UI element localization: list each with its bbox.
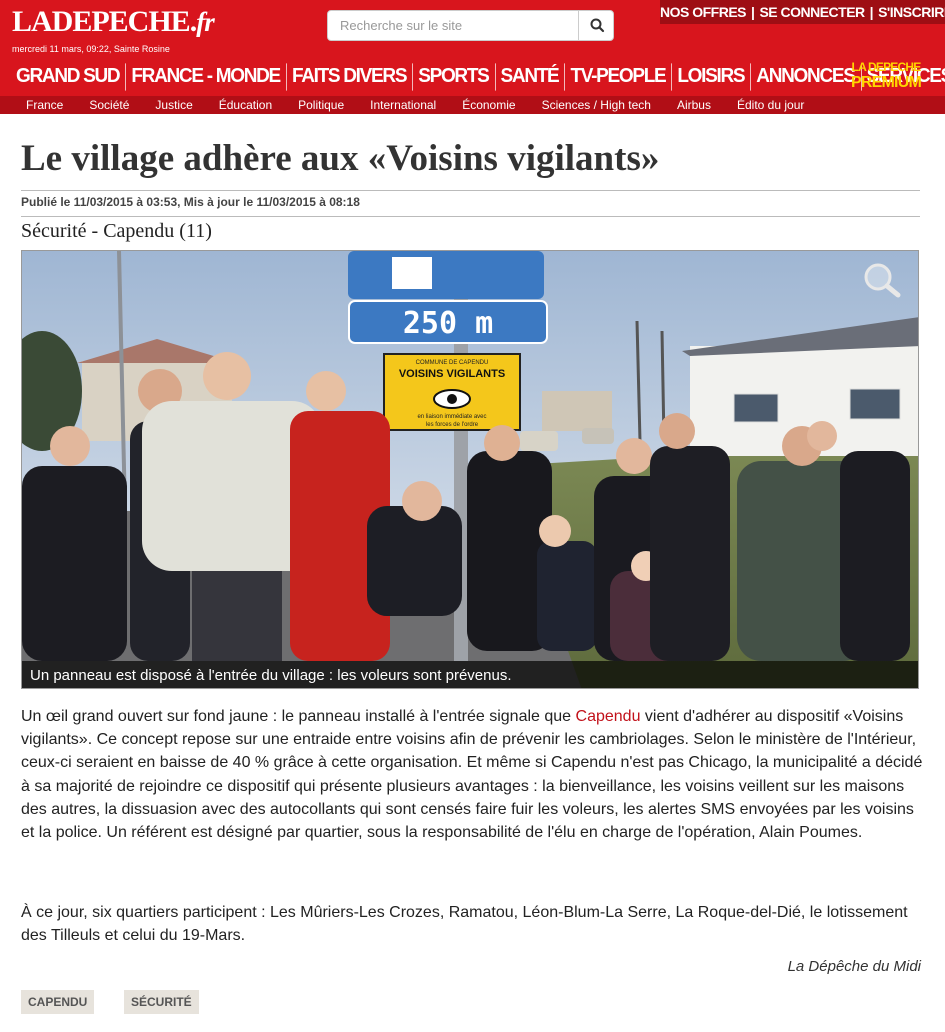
photo-illustration: 250 m COMMUNE DE CAPENDU VOISINS VIGILAN… <box>22 251 918 688</box>
nav-loisirs[interactable]: LOISIRS <box>677 63 752 91</box>
sign-sub1: en liaison immédiate avec <box>417 414 486 420</box>
search-button[interactable] <box>578 11 614 40</box>
account-separator: | <box>869 4 874 20</box>
dateline: mercredi 11 mars, 09:22, Sainte Rosine <box>12 44 170 54</box>
publish-meta: Publié le 11/03/2015 à 03:53, Mis à jour… <box>21 195 360 209</box>
photo-caption: Un panneau est disposé à l'entrée du vil… <box>22 661 918 688</box>
logo-main: LADEPECHE <box>12 5 191 38</box>
login-link[interactable]: SE CONNECTER <box>759 4 865 20</box>
sign-distance: 250 m <box>403 306 493 341</box>
sign-commune: COMMUNE DE CAPENDU <box>416 360 489 366</box>
divider <box>21 216 920 217</box>
subnav-international[interactable]: International <box>370 96 436 114</box>
magnifier-icon <box>864 263 901 298</box>
subnav-edito[interactable]: Édito du jour <box>737 96 804 114</box>
account-bar: NOS OFFRES|SE CONNECTER|S'INSCRIRE <box>660 0 945 24</box>
subnav-education[interactable]: Éducation <box>219 96 272 114</box>
sign-title: VOISINS VIGILANTS <box>399 368 505 380</box>
paragraph: À ce jour, six quartiers participent : L… <box>21 904 908 945</box>
premium-line1: LA DEPECHE <box>851 60 922 74</box>
search-icon <box>590 18 605 33</box>
paragraph-text: vient d'adhérer au dispositif «Voisins v… <box>21 708 923 842</box>
divider <box>21 190 920 191</box>
zoom-button[interactable] <box>860 261 904 299</box>
paragraph-text: Un œil grand ouvert sur fond jaune : le … <box>21 708 576 725</box>
main-nav: GRAND SUD FRANCE - MONDE FAITS DIVERS SP… <box>16 63 945 91</box>
subnav-economie[interactable]: Économie <box>462 96 515 114</box>
offers-link[interactable]: NOS OFFRES <box>660 4 747 20</box>
nav-france-monde[interactable]: FRANCE - MONDE <box>131 63 287 91</box>
sub-nav: France Société Justice Éducation Politiq… <box>0 96 945 114</box>
logo-suffix: fr <box>196 7 214 37</box>
account-separator: | <box>751 4 755 20</box>
nav-faits-divers[interactable]: FAITS DIVERS <box>292 63 414 91</box>
sign-sub2: les forces de l'ordre <box>426 422 479 428</box>
tag-securite[interactable]: SÉCURITÉ <box>124 990 199 1014</box>
subnav-airbus[interactable]: Airbus <box>677 96 711 114</box>
subnav-justice[interactable]: Justice <box>155 96 192 114</box>
nav-sante[interactable]: SANTÉ <box>501 63 566 91</box>
subnav-politique[interactable]: Politique <box>298 96 344 114</box>
nav-grand-sud[interactable]: GRAND SUD <box>16 63 127 91</box>
tag-capendu[interactable]: CAPENDU <box>21 990 95 1014</box>
paragraph: Un œil grand ouvert sur fond jaune : le … <box>21 705 926 844</box>
subnav-societe[interactable]: Société <box>89 96 129 114</box>
capendu-link[interactable]: Capendu <box>576 708 641 725</box>
site-logo[interactable]: LADEPECHE.fr <box>12 4 215 40</box>
nav-sports[interactable]: SPORTS <box>418 63 496 91</box>
site-header: LADEPECHE.fr mercredi 11 mars, 09:22, Sa… <box>0 0 945 96</box>
article-title: Le village adhère aux «Voisins vigilants… <box>21 138 660 179</box>
search-input[interactable] <box>328 11 577 40</box>
article-source: La Dépêche du Midi <box>787 958 921 975</box>
nav-annonces[interactable]: ANNONCES <box>756 63 862 91</box>
article-photo[interactable]: 250 m COMMUNE DE CAPENDU VOISINS VIGILAN… <box>21 250 919 689</box>
subnav-france[interactable]: France <box>26 96 63 114</box>
search-box <box>327 10 614 41</box>
subnav-sciences[interactable]: Sciences / High tech <box>542 96 651 114</box>
article-kicker: Sécurité - Capendu (11) <box>21 220 212 242</box>
premium-line2: PREMIUM <box>851 74 922 91</box>
article-body: Un œil grand ouvert sur fond jaune : le … <box>21 705 926 844</box>
nav-tv-people[interactable]: TV-PEOPLE <box>570 63 673 91</box>
signup-link[interactable]: S'INSCRIRE <box>878 4 945 20</box>
premium-link[interactable]: LA DEPECHE PREMIUM <box>851 59 922 91</box>
